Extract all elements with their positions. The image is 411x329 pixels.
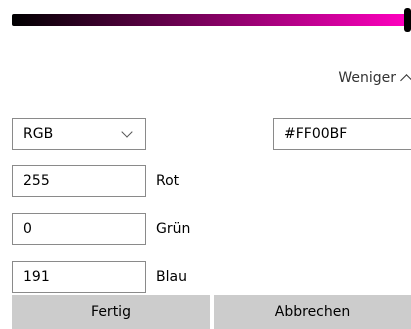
slider-thumb[interactable] (404, 8, 411, 32)
green-value: 0 (23, 221, 32, 237)
less-toggle[interactable]: Weniger (338, 70, 411, 87)
green-label: Grün (156, 221, 191, 237)
color-mode-value: RGB (23, 126, 54, 142)
cancel-button[interactable]: Abbrechen (214, 295, 411, 329)
color-mode-select[interactable]: RGB (12, 118, 146, 150)
blue-value: 191 (23, 269, 50, 285)
red-input[interactable]: 255 (12, 165, 146, 197)
cancel-button-label: Abbrechen (274, 304, 351, 320)
hex-input[interactable]: #FF00BF (273, 118, 411, 150)
less-toggle-label: Weniger (338, 70, 396, 86)
red-value: 255 (23, 173, 50, 189)
green-input[interactable]: 0 (12, 213, 146, 245)
hex-value: #FF00BF (284, 126, 348, 142)
done-button-label: Fertig (91, 304, 131, 320)
red-label: Rot (156, 173, 180, 189)
color-gradient-slider[interactable] (12, 14, 407, 26)
blue-input[interactable]: 191 (12, 261, 146, 293)
blue-label: Blau (156, 269, 187, 285)
done-button[interactable]: Fertig (12, 295, 210, 329)
chevron-down-icon (121, 126, 133, 138)
chevron-up-icon (400, 73, 411, 87)
